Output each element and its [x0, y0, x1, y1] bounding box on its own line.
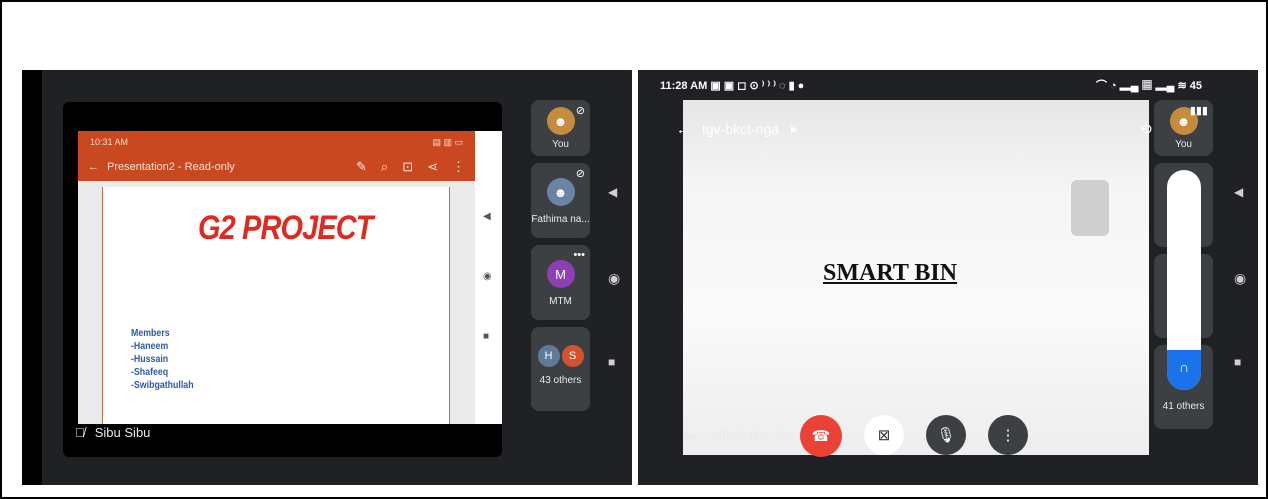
headphones-icon: ∩	[1178, 359, 1190, 375]
back-triangle-icon[interactable]: ◀	[1234, 185, 1243, 199]
avatar: S	[561, 345, 584, 367]
search-icon[interactable]: ⌕	[381, 159, 388, 175]
chevron-right-icon[interactable]: ▶	[791, 124, 798, 135]
back-triangle-icon[interactable]: ◀	[608, 185, 617, 199]
status-icons: ⌒ ◔ ▂▄ ▦ ▂▄ ≋ 45	[1095, 80, 1202, 92]
pencil-icon[interactable]: ✎	[356, 159, 367, 175]
tile-label: MTM	[549, 296, 572, 307]
avatar: M	[546, 260, 575, 288]
status-time-text: 11:28 AM	[660, 79, 708, 92]
mic-off-icon: ⊘	[575, 105, 585, 117]
share-icon[interactable]: ⋖	[427, 159, 438, 175]
status-time: 11:28 AM ▣ ▣ ◻ ⊙ ⁾ ⁾ ⁾ ◌ ▮ ●	[660, 79, 805, 92]
participant-tile-fathima[interactable]: ☻ ⊘ Fathima na...	[531, 163, 590, 238]
meeting-header: ← tgv-bkct-nga ▶	[676, 121, 798, 137]
powerpoint-app: 10:31 AM ▤ ▥ ▭ ← Presentation2 - Read-on…	[78, 131, 475, 424]
presentation-stage: 10:31 AM ▤ ▥ ▭ ← Presentation2 - Read-on…	[63, 102, 502, 457]
more-vertical-icon: ⋮	[1000, 427, 1016, 444]
members-line: -Swibgathullah	[131, 380, 194, 391]
members-line: -Haneem	[131, 341, 169, 352]
end-call-button[interactable]: ☎	[800, 415, 842, 457]
right-meet-screenshot: 11:28 AM ▣ ▣ ◻ ⊙ ⁾ ⁾ ⁾ ◌ ▮ ● ⌒ ◔ ▂▄ ▦ ▂▄…	[638, 70, 1258, 485]
present-icon[interactable]: ⊡	[402, 159, 413, 175]
ppt-document-title: Presentation2 - Read-only	[107, 161, 235, 173]
camera-toggle-button[interactable]: ⊠	[864, 415, 904, 455]
more-horizontal-icon[interactable]: •••	[573, 249, 585, 261]
home-circle-icon[interactable]: ◉	[1234, 270, 1246, 287]
recents-square-icon[interactable]: ■	[483, 331, 489, 342]
audio-bars-icon: ▮▮▮	[1189, 105, 1208, 117]
slide-members-list: Members -Haneem -Hussain -Shafeeq -Swibg…	[131, 327, 194, 392]
presenter-name: Sibu Sibu	[94, 425, 151, 440]
members-line: Members	[131, 328, 170, 339]
mic-icon: 🎙	[936, 427, 956, 444]
participant-tile-others[interactable]: H S 43 others	[531, 327, 590, 411]
tile-label: You	[552, 139, 569, 150]
recents-square-icon[interactable]: ■	[1234, 355, 1241, 369]
members-line: -Shafeeq	[131, 367, 169, 378]
slide-title: SMART BIN	[823, 260, 958, 286]
tile-label: 43 others	[539, 375, 582, 386]
mic-off-icon: 🎙̸	[75, 425, 85, 440]
camera-off-icon: ⊠	[877, 427, 891, 444]
call-controls: ☎ ⊠ 🎙 ⋮	[800, 415, 1028, 457]
avatar: ☻	[546, 107, 575, 135]
mic-off-icon: ⊘	[575, 168, 585, 180]
meeting-code[interactable]: tgv-bkct-nga	[702, 121, 779, 137]
left-meet-screenshot: 10:31 AM ▤ ▥ ▭ ← Presentation2 - Read-on…	[22, 70, 632, 485]
ppt-toolbar: ← Presentation2 - Read-only ✎ ⌕ ⊡ ⋖ ⋮	[78, 153, 475, 181]
home-circle-icon[interactable]: ◉	[608, 270, 620, 287]
tile-label: Fathima na...	[531, 214, 590, 225]
ppt-status-time: 10:31 AM	[90, 137, 129, 147]
phone-hangup-icon: ☎	[811, 428, 831, 445]
presentation-stage: SMART BIN	[683, 100, 1149, 455]
participant-name: Alfath Bsc Cs 2	[709, 428, 806, 444]
more-options-button[interactable]: ⋮	[988, 415, 1028, 455]
ppt-status-icons: ▤ ▥ ▭	[432, 136, 463, 147]
recents-square-icon[interactable]: ■	[608, 355, 615, 369]
volume-slider[interactable]: ∩	[1167, 170, 1201, 390]
back-triangle-icon[interactable]: ◀	[483, 211, 491, 222]
arrow-left-icon[interactable]: ←	[676, 121, 690, 137]
presenter-tag: 🎙̸ Sibu Sibu	[75, 425, 150, 440]
ppt-status-bar: 10:31 AM ▤ ▥ ▭	[78, 131, 475, 153]
participant-tile-you[interactable]: ☻ ⊘ You	[531, 100, 590, 156]
mic-toggle-button[interactable]: 🎙	[926, 415, 966, 455]
participant-tile-mtm[interactable]: M ••• MTM	[531, 245, 590, 320]
phone-status-bar: 11:28 AM ▣ ▣ ◻ ⊙ ⁾ ⁾ ⁾ ◌ ▮ ● ⌒ ◔ ▂▄ ▦ ▂▄…	[638, 70, 1258, 100]
members-line: -Hussain	[131, 354, 169, 365]
participant-tag: ••• Alfath Bsc Cs 2	[683, 428, 805, 444]
slide-title: G2 PROJECT	[198, 209, 373, 247]
volume-level-fill: ∩	[1167, 350, 1201, 390]
tile-label: 41 others	[1162, 401, 1205, 412]
participant-tile-you[interactable]: ☻ ▮▮▮ You	[1154, 100, 1213, 156]
android-nav-bar: ◀ ◉ ■	[600, 70, 632, 485]
avatar: ☻	[546, 178, 575, 206]
switch-camera-icon[interactable]: ⟲	[1140, 121, 1152, 138]
ppt-document-area: G2 PROJECT Members -Haneem -Hussain -Sha…	[78, 181, 475, 424]
home-circle-icon[interactable]: ◉	[483, 271, 492, 282]
avatar-group: H S	[531, 345, 590, 367]
avatar: H	[537, 345, 560, 367]
android-nav-bar: ◀ ◉ ■	[1226, 70, 1258, 485]
participant-tiles: ☻ ⊘ You ☻ ⊘ Fathima na... M ••• MTM H S …	[531, 100, 591, 418]
ppt-side-nav: ◀ ◉ ■	[475, 131, 502, 424]
self-preview[interactable]	[1071, 180, 1109, 236]
more-vertical-icon[interactable]: ⋮	[452, 159, 465, 175]
battery-level: 45	[1189, 80, 1202, 92]
tile-label: You	[1175, 139, 1192, 150]
arrow-left-icon[interactable]: ←	[88, 161, 99, 173]
left-edge-bar	[22, 70, 42, 485]
more-horizontal-icon[interactable]: •••	[683, 428, 698, 444]
ppt-slide: G2 PROJECT Members -Haneem -Hussain -Sha…	[102, 187, 450, 424]
